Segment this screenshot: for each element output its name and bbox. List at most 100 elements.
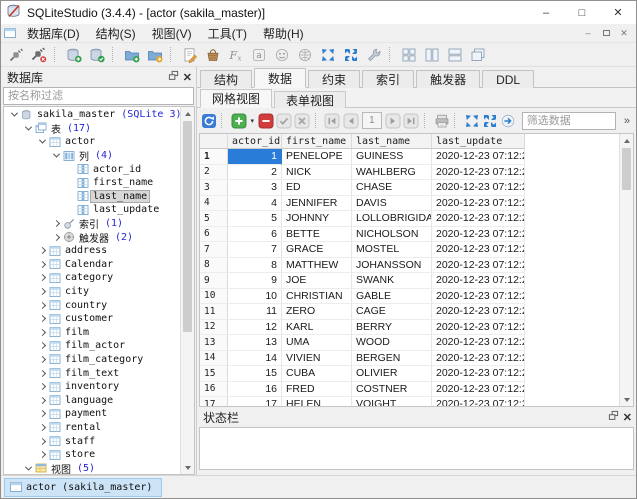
- grid-cell[interactable]: 2020-12-23 07:12:29: [432, 320, 525, 336]
- plugins-button[interactable]: [293, 44, 316, 65]
- mdi-restore-button[interactable]: [600, 28, 612, 38]
- last-page-button[interactable]: [403, 111, 420, 131]
- close-panel-icon[interactable]: ✕: [183, 71, 192, 84]
- insert-row-menu-caret-icon[interactable]: ▾: [248, 111, 256, 131]
- grid-cell[interactable]: MATTHEW: [282, 258, 352, 274]
- scroll-up-icon[interactable]: [181, 107, 194, 120]
- menu-结构(S)[interactable]: 结构(S): [88, 24, 144, 43]
- tree-expander-icon[interactable]: [36, 398, 49, 403]
- close-button[interactable]: ✕: [600, 1, 636, 24]
- row-number[interactable]: 8: [200, 258, 228, 274]
- grid-cell[interactable]: OLIVIER: [352, 366, 432, 382]
- tree-expander-icon[interactable]: [36, 411, 49, 416]
- grid-cell[interactable]: 2020-12-23 07:12:29: [432, 196, 525, 212]
- tree-expander-icon[interactable]: [36, 357, 49, 362]
- grid-cell[interactable]: 2020-12-23 07:12:29: [432, 397, 525, 406]
- taskbar-tab-actor (sakila_master)[interactable]: actor (sakila_master): [4, 478, 162, 497]
- row-number[interactable]: 3: [200, 180, 228, 196]
- disconnect-database-button[interactable]: [27, 44, 50, 65]
- tree-expander-icon[interactable]: [36, 316, 49, 321]
- scroll-down-icon[interactable]: [620, 393, 633, 406]
- tree-expander-icon[interactable]: [36, 371, 49, 376]
- tree-expander-icon[interactable]: [36, 439, 49, 444]
- grid-cell[interactable]: VIVIEN: [282, 351, 352, 367]
- tree-item-customer[interactable]: customer: [4, 312, 180, 326]
- tree-item-first_name[interactable]: first_name: [4, 176, 180, 190]
- grid-cell[interactable]: 15: [228, 366, 282, 382]
- tree-expander-icon[interactable]: [36, 343, 49, 348]
- add-database-button[interactable]: [62, 44, 85, 65]
- tree-item-film_actor[interactable]: film_actor: [4, 339, 180, 353]
- mdi-minimize-button[interactable]: –: [582, 28, 594, 38]
- tree-item-sakila_master[interactable]: sakila_master(SQLite 3): [4, 108, 180, 122]
- grid-cell[interactable]: PENELOPE: [282, 149, 352, 165]
- menu-视图(V)[interactable]: 视图(V): [144, 24, 200, 43]
- cascade-windows-button[interactable]: [466, 44, 489, 65]
- column-header-actor_id[interactable]: actor_id: [228, 134, 282, 149]
- grid-cell[interactable]: 2020-12-23 07:12:29: [432, 180, 525, 196]
- commit-changes-button[interactable]: [275, 111, 292, 131]
- extensions-button[interactable]: [270, 44, 293, 65]
- tree-expander-icon[interactable]: [36, 303, 49, 308]
- grid-cell[interactable]: WAHLBERG: [352, 165, 432, 181]
- menu-帮助(H)[interactable]: 帮助(H): [255, 24, 312, 43]
- configuration-button[interactable]: [362, 44, 385, 65]
- tree-expander-icon[interactable]: [36, 262, 49, 267]
- maximize-button[interactable]: □: [564, 1, 600, 24]
- row-number[interactable]: 14: [200, 351, 228, 367]
- row-number[interactable]: 15: [200, 366, 228, 382]
- grid-cell[interactable]: 12: [228, 320, 282, 336]
- tab-数据[interactable]: 数据: [254, 68, 306, 88]
- float-panel-icon[interactable]: [608, 410, 619, 424]
- grid-cell[interactable]: HELEN: [282, 397, 352, 406]
- tree-item-索引[interactable]: 索引(1): [4, 217, 180, 231]
- grid-cell[interactable]: 4: [228, 196, 282, 212]
- tree-item-last_name[interactable]: last_name: [4, 190, 180, 204]
- tab-结构[interactable]: 结构: [200, 70, 252, 88]
- row-number[interactable]: 9: [200, 273, 228, 289]
- tree-item-address[interactable]: address: [4, 244, 180, 258]
- tree-item-store[interactable]: store: [4, 448, 180, 462]
- tree-expander-icon[interactable]: [36, 139, 49, 144]
- tree-item-表[interactable]: 表(17): [4, 122, 180, 136]
- tree-item-film[interactable]: film: [4, 326, 180, 340]
- grid-cell[interactable]: WOOD: [352, 335, 432, 351]
- grid-cell[interactable]: 5: [228, 211, 282, 227]
- row-number[interactable]: 6: [200, 227, 228, 243]
- grid-cell[interactable]: 17: [228, 397, 282, 406]
- grid-cell[interactable]: 2020-12-23 07:12:29: [432, 351, 525, 367]
- subtab-表单视图[interactable]: 表单视图: [274, 91, 346, 108]
- tree-item-列[interactable]: 列(4): [4, 149, 180, 163]
- tile-windows-button[interactable]: [397, 44, 420, 65]
- grid-cell[interactable]: 8: [228, 258, 282, 274]
- grid-cell[interactable]: 14: [228, 351, 282, 367]
- row-number[interactable]: 5: [200, 211, 228, 227]
- grid-cell[interactable]: BERGEN: [352, 351, 432, 367]
- column-header-last_update[interactable]: last_update: [432, 134, 525, 149]
- page-number-field[interactable]: 1: [362, 112, 381, 129]
- grid-cell[interactable]: 2020-12-23 07:12:29: [432, 335, 525, 351]
- row-number[interactable]: 10: [200, 289, 228, 305]
- grid-cell[interactable]: 2020-12-23 07:12:29: [432, 149, 525, 165]
- grid-cell[interactable]: 2020-12-23 07:12:29: [432, 382, 525, 398]
- tree-item-inventory[interactable]: inventory: [4, 380, 180, 394]
- tree-expander-icon[interactable]: [36, 289, 49, 294]
- grid-cell[interactable]: 2: [228, 165, 282, 181]
- grid-cell[interactable]: ED: [282, 180, 352, 196]
- mdi-close-button[interactable]: ✕: [618, 28, 630, 39]
- grid-cell[interactable]: 6: [228, 227, 282, 243]
- column-header-first_name[interactable]: first_name: [282, 134, 352, 149]
- grid-cell[interactable]: 7: [228, 242, 282, 258]
- tile-windows-vertically-button[interactable]: [420, 44, 443, 65]
- tree-expander-icon[interactable]: [36, 425, 49, 430]
- tree-item-staff[interactable]: staff: [4, 434, 180, 448]
- row-number[interactable]: 7: [200, 242, 228, 258]
- row-number[interactable]: 12: [200, 320, 228, 336]
- float-panel-icon[interactable]: [168, 70, 179, 84]
- grid-cell[interactable]: 10: [228, 289, 282, 305]
- reset-columns-button[interactable]: [481, 111, 498, 131]
- minimize-button[interactable]: –: [528, 1, 564, 24]
- grid-cell[interactable]: 2020-12-23 07:12:29: [432, 242, 525, 258]
- tree-expander-icon[interactable]: [22, 466, 35, 471]
- tree-item-last_update[interactable]: last_update: [4, 203, 180, 217]
